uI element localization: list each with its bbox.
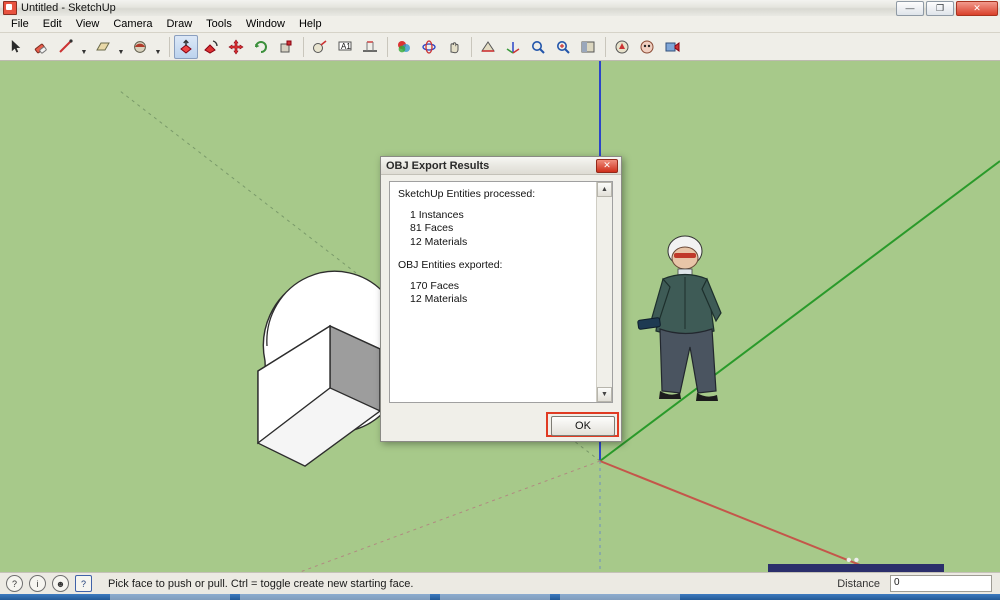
person-icon[interactable]: ☻ <box>52 575 69 592</box>
taskbar <box>0 594 1000 600</box>
push-pull-tool-button[interactable] <box>174 34 198 59</box>
look-around-tool-button[interactable] <box>635 35 659 59</box>
toolbar: ▼ ▼ ▼ A1 <box>0 33 1000 61</box>
menu-item-file[interactable]: File <box>4 17 36 31</box>
dialog-title: OBJ Export Results <box>386 159 490 172</box>
watermark-dots: •• <box>846 552 862 569</box>
text-tool-button[interactable]: A1 <box>333 35 357 59</box>
watermark: •• 溜溜自学 ZIXUE.3D66.COM <box>768 552 944 572</box>
window-title: Untitled - SketchUp <box>21 2 116 14</box>
section-plane-tool-button[interactable] <box>476 35 500 59</box>
menu-item-camera[interactable]: Camera <box>106 17 159 31</box>
question-icon[interactable]: ? <box>6 575 23 592</box>
results-textarea[interactable]: SketchUp Entities processed: 1 Instances… <box>389 181 613 403</box>
entities-row-materials: 12 Materials <box>410 235 468 248</box>
ok-button[interactable]: OK <box>551 416 615 436</box>
dimension-tool-button[interactable] <box>358 35 382 59</box>
minimize-button[interactable]: — <box>896 1 924 16</box>
zoom-tool-button[interactable] <box>526 35 550 59</box>
sketchup-icon <box>3 1 17 15</box>
entities-row-instances: 1 Instances <box>410 208 464 221</box>
dialog-title-bar: OBJ Export Results ✕ <box>381 157 621 175</box>
circle-tool-button[interactable] <box>128 35 152 59</box>
vcb-value: 0 <box>894 577 900 588</box>
menu-item-window[interactable]: Window <box>239 17 292 31</box>
status-bar: ? i ☻ ? Pick face to push or pull. Ctrl … <box>0 572 1000 594</box>
scroll-down-button[interactable]: ▼ <box>597 387 612 402</box>
orbit-tool-button[interactable] <box>417 35 441 59</box>
obj-export-results-dialog[interactable]: OBJ Export Results ✕ SketchUp Entities p… <box>380 156 622 442</box>
toolbar-separator <box>169 36 170 57</box>
eraser-tool-button[interactable] <box>29 35 53 59</box>
line-dropdown-arrow[interactable]: ▼ <box>79 34 89 60</box>
red-axis <box>599 460 881 572</box>
modeling-canvas[interactable]: OBJ Export Results ✕ SketchUp Entities p… <box>0 61 1000 572</box>
toolbar-separator <box>471 36 472 57</box>
maximize-button[interactable]: ❐ <box>926 1 954 16</box>
vcb-label: Distance <box>837 577 880 590</box>
menu-item-view[interactable]: View <box>69 17 107 31</box>
exported-row-materials: 12 Materials <box>410 293 468 305</box>
toolbar-separator <box>387 36 388 57</box>
dialog-close-button[interactable]: ✕ <box>596 159 618 173</box>
follow-me-tool-button[interactable] <box>199 35 223 59</box>
entities-row-faces: 81 Faces <box>410 222 454 234</box>
info-icon[interactable]: i <box>29 575 46 592</box>
title-bar: Untitled - SketchUp — ❐ ✕ <box>0 0 1000 17</box>
position-camera-tool-button[interactable] <box>660 35 684 59</box>
taskbar-item[interactable] <box>560 594 680 600</box>
menu-item-edit[interactable]: Edit <box>36 17 69 31</box>
menu-item-tools[interactable]: Tools <box>199 17 239 31</box>
menu-item-draw[interactable]: Draw <box>159 17 199 31</box>
scroll-up-button[interactable]: ▲ <box>597 182 612 197</box>
sketchup-window: Untitled - SketchUp — ❐ ✕ File Edit View… <box>0 0 1000 600</box>
toolbar-separator <box>605 36 606 57</box>
section-one-header: SketchUp Entities processed: <box>398 188 536 200</box>
vcb-input[interactable]: 0 <box>890 575 992 592</box>
menu-item-help[interactable]: Help <box>292 17 329 31</box>
rectangle-tool-button[interactable] <box>91 35 115 59</box>
close-button[interactable]: ✕ <box>956 1 998 16</box>
paint-bucket-tool-button[interactable] <box>392 35 416 59</box>
help-icon[interactable]: ? <box>75 575 92 592</box>
walk-tool-button[interactable] <box>610 35 634 59</box>
svg-text:A1: A1 <box>341 42 351 51</box>
tape-measure-tool-button[interactable] <box>308 35 332 59</box>
scale-tool-button[interactable] <box>274 35 298 59</box>
taskbar-item[interactable] <box>110 594 230 600</box>
section-two-header: OBJ Entities exported: <box>398 259 503 271</box>
pan-tool-button[interactable] <box>442 35 466 59</box>
line-tool-button[interactable] <box>54 35 78 59</box>
rotate-tool-button[interactable] <box>249 35 273 59</box>
zoom-extents-tool-button[interactable] <box>551 35 575 59</box>
taskbar-item[interactable] <box>440 594 550 600</box>
rectangle-dropdown-arrow[interactable]: ▼ <box>116 34 126 60</box>
red-axis-dashed <box>299 460 601 572</box>
circle-dropdown-arrow[interactable]: ▼ <box>153 34 163 60</box>
move-tool-button[interactable] <box>224 35 248 59</box>
select-tool-button[interactable] <box>4 35 28 59</box>
status-message: Pick face to push or pull. Ctrl = toggle… <box>108 577 414 590</box>
menu-bar: File Edit View Camera Draw Tools Window … <box>0 16 1000 33</box>
axes-tool-button[interactable] <box>501 35 525 59</box>
exported-row-faces: 170 Faces <box>410 279 460 292</box>
taskbar-item[interactable] <box>240 594 430 600</box>
previous-view-tool-button[interactable] <box>576 35 600 59</box>
window-controls[interactable]: — ❐ ✕ <box>896 1 998 16</box>
toolbar-separator <box>303 36 304 57</box>
results-scrollbar[interactable]: ▲ ▼ <box>596 182 612 402</box>
scale-figure <box>637 235 722 401</box>
dialog-body: SketchUp Entities processed: 1 Instances… <box>389 181 613 403</box>
